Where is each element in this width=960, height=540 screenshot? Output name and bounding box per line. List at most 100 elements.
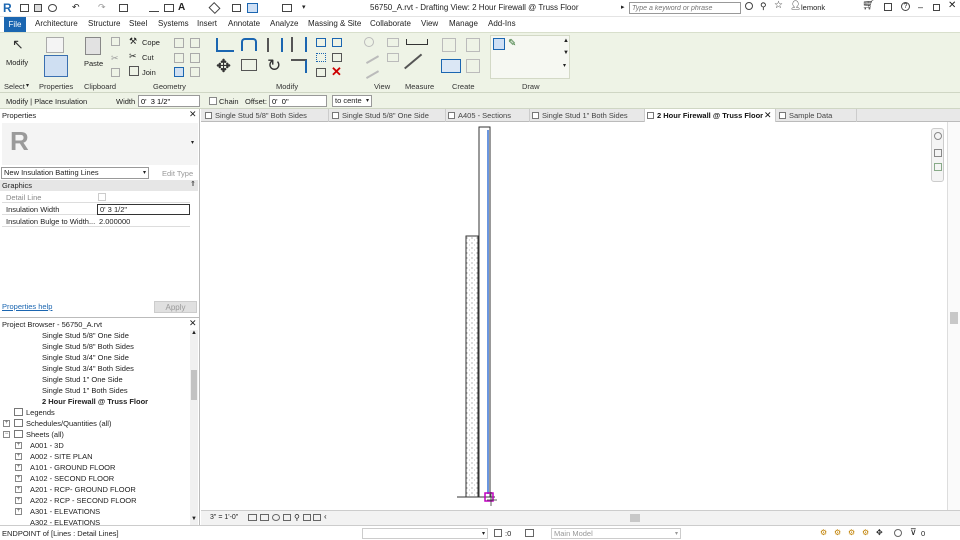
tab-a405-sections[interactable]: A405 - Sections xyxy=(446,109,530,122)
tab-single-stud-58-both[interactable]: Single Stud 5/8" Both Sides xyxy=(203,109,329,122)
view-item[interactable]: Single Stud 1" One Side xyxy=(42,375,123,384)
reveal-hidden-icon[interactable] xyxy=(303,514,311,521)
horizontal-scroll-thumb[interactable] xyxy=(630,514,640,522)
expand-icon[interactable]: + xyxy=(15,486,22,493)
design-options-icon[interactable] xyxy=(525,529,534,537)
customize-toolbar-icon[interactable]: ▾ xyxy=(302,3,306,11)
steering-wheel-icon[interactable] xyxy=(934,132,942,140)
scroll-thumb[interactable] xyxy=(191,370,197,400)
subscription-center-icon[interactable]: ⚲ xyxy=(760,1,767,12)
background-processes-icon[interactable] xyxy=(894,529,902,537)
canvas-vertical-scrollbar[interactable] xyxy=(947,122,960,510)
properties-icon[interactable] xyxy=(44,55,68,77)
aligned-dimension-icon[interactable] xyxy=(164,4,174,12)
browser-scrollbar[interactable]: ▲ ▼ xyxy=(190,330,198,526)
pin-icon[interactable] xyxy=(316,68,326,77)
graphics-section-header[interactable]: Graphics ⇑ xyxy=(0,180,198,191)
tab-single-stud-58-one[interactable]: Single Stud 5/8" One Side xyxy=(330,109,446,122)
menu-annotate[interactable]: Annotate xyxy=(228,19,260,28)
menu-structure[interactable]: Structure xyxy=(88,19,120,28)
create-group-icon[interactable] xyxy=(441,59,461,73)
mirror-pick-axis-icon[interactable] xyxy=(267,38,283,52)
detail-level-icon[interactable] xyxy=(248,514,257,521)
scroll-left-icon[interactable]: ‹ xyxy=(324,512,327,521)
cut-geometry-icon[interactable]: ✂ xyxy=(129,51,137,62)
mirror-draw-axis-icon[interactable] xyxy=(291,37,307,52)
paste-icon[interactable] xyxy=(85,37,101,55)
zoom-icon[interactable] xyxy=(934,149,942,157)
worksharing-display-icon[interactable] xyxy=(313,514,321,521)
hide-element-icon[interactable] xyxy=(364,37,374,47)
view-item[interactable]: Single Stud 3/4" One Side xyxy=(42,353,129,362)
legends-node[interactable]: Legends xyxy=(26,408,55,417)
sheet-item[interactable]: A201 - RCP- GROUND FLOOR xyxy=(30,485,136,494)
revit-logo-icon[interactable]: R xyxy=(3,2,14,15)
select-group-label[interactable]: Select xyxy=(4,82,25,91)
insulation-width-input[interactable]: 0' 3 1/2" xyxy=(97,204,190,215)
drafting-view-svg[interactable] xyxy=(201,122,945,510)
design-option-dropdown[interactable]: Main Model ▾ xyxy=(551,528,681,539)
gallery-expand-icon[interactable]: ▾ xyxy=(563,62,566,69)
view-item[interactable]: Single Stud 3/4" Both Sides xyxy=(42,364,134,373)
properties-help-link[interactable]: Properties help xyxy=(2,302,52,311)
select-by-face-icon[interactable]: ⚙ xyxy=(862,528,869,537)
username[interactable]: lemonk xyxy=(801,3,825,12)
help-icon[interactable]: ? xyxy=(901,2,910,11)
expand-icon[interactable]: + xyxy=(15,464,22,471)
demolish-icon[interactable] xyxy=(190,38,200,48)
type-properties-icon[interactable] xyxy=(46,37,64,53)
scroll-thumb[interactable] xyxy=(950,312,958,324)
split-element-icon[interactable] xyxy=(316,38,326,47)
chain-checkbox[interactable] xyxy=(209,97,217,105)
match-properties-icon[interactable] xyxy=(111,68,120,77)
minimize-icon[interactable]: – xyxy=(918,2,923,12)
schedules-node[interactable]: Schedules/Quantities (all) xyxy=(26,419,111,428)
scroll-down-icon[interactable]: ▼ xyxy=(191,516,197,522)
exchange-icon[interactable] xyxy=(884,3,892,11)
save-icon[interactable] xyxy=(34,4,42,12)
remove-paint-icon[interactable] xyxy=(190,67,200,77)
offset-icon[interactable] xyxy=(241,38,257,51)
sheet-item[interactable]: A302 - ELEVATIONS xyxy=(30,518,100,525)
array-icon[interactable] xyxy=(316,53,326,62)
modify-button-label[interactable]: Modify xyxy=(6,58,28,67)
menu-massing-site[interactable]: Massing & Site xyxy=(308,19,361,28)
menu-analyze[interactable]: Analyze xyxy=(270,19,298,28)
cope-label[interactable]: Cope xyxy=(142,38,160,47)
workset-dropdown[interactable]: ▾ xyxy=(362,528,488,539)
collapse-icon[interactable]: ⇑ xyxy=(190,180,196,188)
tab-sample-data[interactable]: Sample Data xyxy=(777,109,857,122)
menu-steel[interactable]: Steel xyxy=(129,19,147,28)
open-icon[interactable] xyxy=(20,4,29,12)
sheets-node[interactable]: Sheets (all) xyxy=(26,430,64,439)
select-pinned-icon[interactable]: ⚙ xyxy=(848,528,855,537)
sheet-item[interactable]: A001 - 3D xyxy=(30,441,64,450)
search-icon[interactable] xyxy=(745,2,753,10)
split-gap-icon[interactable] xyxy=(332,38,342,47)
print-icon[interactable] xyxy=(119,4,128,12)
expand-icon[interactable]: + xyxy=(15,442,22,449)
view-item[interactable]: Single Stud 5/8" One Side xyxy=(42,331,129,340)
view-item-active[interactable]: 2 Hour Firewall @ Truss Floor xyxy=(42,397,148,406)
properties-close-icon[interactable]: ✕ xyxy=(189,109,197,120)
line-tool-icon[interactable] xyxy=(493,38,505,50)
trim-extend-icon[interactable] xyxy=(291,59,307,73)
visual-style-icon[interactable] xyxy=(260,514,269,521)
close-icon[interactable]: ✕ xyxy=(948,0,956,11)
sheet-item[interactable]: A002 - SITE PLAN xyxy=(30,452,93,461)
search-arrow-icon[interactable]: ▸ xyxy=(621,3,625,11)
select-dropdown-icon[interactable]: ▾ xyxy=(26,82,29,89)
sheet-item[interactable]: A102 - SECOND FLOOR xyxy=(30,474,114,483)
select-underlay-icon[interactable]: ⚙ xyxy=(834,528,841,537)
sheet-item[interactable]: A101 - GROUND FLOOR xyxy=(30,463,115,472)
redo-icon[interactable]: ↷ xyxy=(98,2,106,13)
scroll-up-icon[interactable]: ▲ xyxy=(191,330,197,336)
menu-collaborate[interactable]: Collaborate xyxy=(370,19,411,28)
copy-element-icon[interactable] xyxy=(241,59,257,71)
cut-label[interactable]: Cut xyxy=(142,53,154,62)
default-3d-view-icon[interactable] xyxy=(208,1,221,15)
create-similar-icon[interactable] xyxy=(466,59,480,73)
collapse-icon[interactable]: − xyxy=(3,431,10,438)
create-parts-icon[interactable] xyxy=(466,38,480,52)
paint-icon[interactable] xyxy=(174,67,184,77)
